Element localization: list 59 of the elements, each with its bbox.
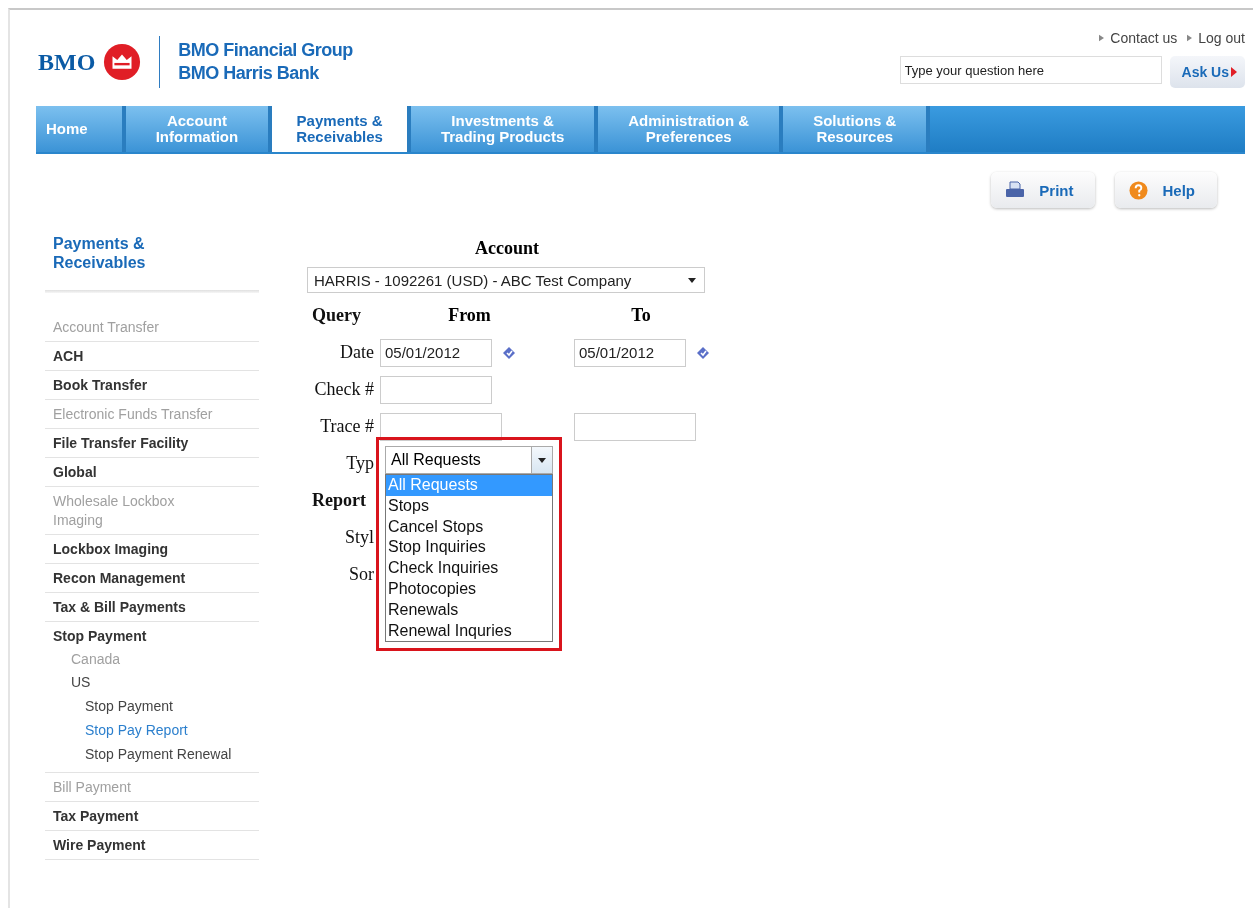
action-button[interactable]: Print [991,172,1096,208]
option-item[interactable]: Stop Inquiries [386,537,552,559]
field-label: Date [339,342,375,363]
option-item[interactable]: Photocopies [386,579,552,600]
account-heading: Account [474,237,540,259]
to-heading: To [630,305,652,326]
logo-wordmark: BMO [38,48,96,76]
sidebar-subitem[interactable]: Stop Pay Report [85,718,259,742]
input-field[interactable] [574,412,696,441]
ask-us-button[interactable]: Ask Us [1169,56,1245,88]
triangle-icon [1187,34,1193,42]
field-label: Report [311,490,367,511]
field-label: Trace # [319,416,375,437]
option-item[interactable]: Renewals [386,599,552,621]
sidebar-item[interactable]: Tax & Bill Payments [53,598,213,617]
field-label: Typ [345,453,375,474]
triangle-icon [1231,67,1237,77]
field-label: Check # [313,379,375,400]
company-name: BMO Financial Group [178,39,353,62]
sidebar-item[interactable]: File Transfer Facility [53,434,213,453]
sidebar-item[interactable]: Global [53,463,213,482]
action-button[interactable]: Help [1115,172,1217,208]
sidebar-item[interactable]: Wire Payment [53,836,213,855]
field-label: Styl [344,527,375,548]
sidebar-item[interactable]: Book Transfer [53,376,213,395]
bank-name: BMO Harris Bank [178,62,320,85]
sidebar-item[interactable]: Recon Management [53,569,213,588]
field-label: Sor [348,564,375,585]
header-link[interactable]: Contact us [1099,30,1178,46]
date-field[interactable]: 05/01/2012 [380,338,492,367]
sidebar-subitem[interactable]: Stop Payment Renewal [85,742,259,766]
option-item[interactable]: Stops [386,495,552,517]
sidebar-item[interactable]: Stop Payment [53,627,213,646]
type-select[interactable]: All Requests [385,446,553,474]
calendar-icon[interactable] [502,345,516,360]
nav-tab[interactable]: Payments & Receivables [272,106,411,152]
sidebar-subitem[interactable]: Stop Payment [85,694,259,718]
dropdown-arrow-icon[interactable] [688,277,696,283]
logo-roundel-icon [103,43,142,81]
input-field[interactable] [380,375,492,404]
sidebar-item[interactable]: Tax Payment [53,807,213,826]
date-field[interactable]: 05/01/2012 [574,338,686,367]
account-select[interactable]: HARRIS - 1092261 (USD) - ABC Test Company [307,267,705,293]
header-link[interactable]: Log out [1187,30,1245,46]
sidebar-item[interactable]: ACH [53,347,213,366]
calendar-icon[interactable] [696,345,710,360]
option-item[interactable]: Cancel Stops [386,516,552,538]
option-item[interactable]: Check Inquiries [386,558,552,579]
input-field[interactable] [380,412,502,441]
printer-icon [1005,181,1026,199]
question-field[interactable]: Type your question here [899,56,1162,84]
help-icon [1129,180,1149,200]
sidebar-title: Payments & Receivables [52,234,147,272]
query-heading: Query [311,305,362,326]
sidebar-subitem[interactable]: US [71,671,259,694]
option-item[interactable]: Renewal Inquries [386,620,552,642]
sidebar-item[interactable]: Lockbox Imaging [53,540,213,559]
from-heading: From [447,305,492,326]
triangle-icon [1099,34,1105,42]
